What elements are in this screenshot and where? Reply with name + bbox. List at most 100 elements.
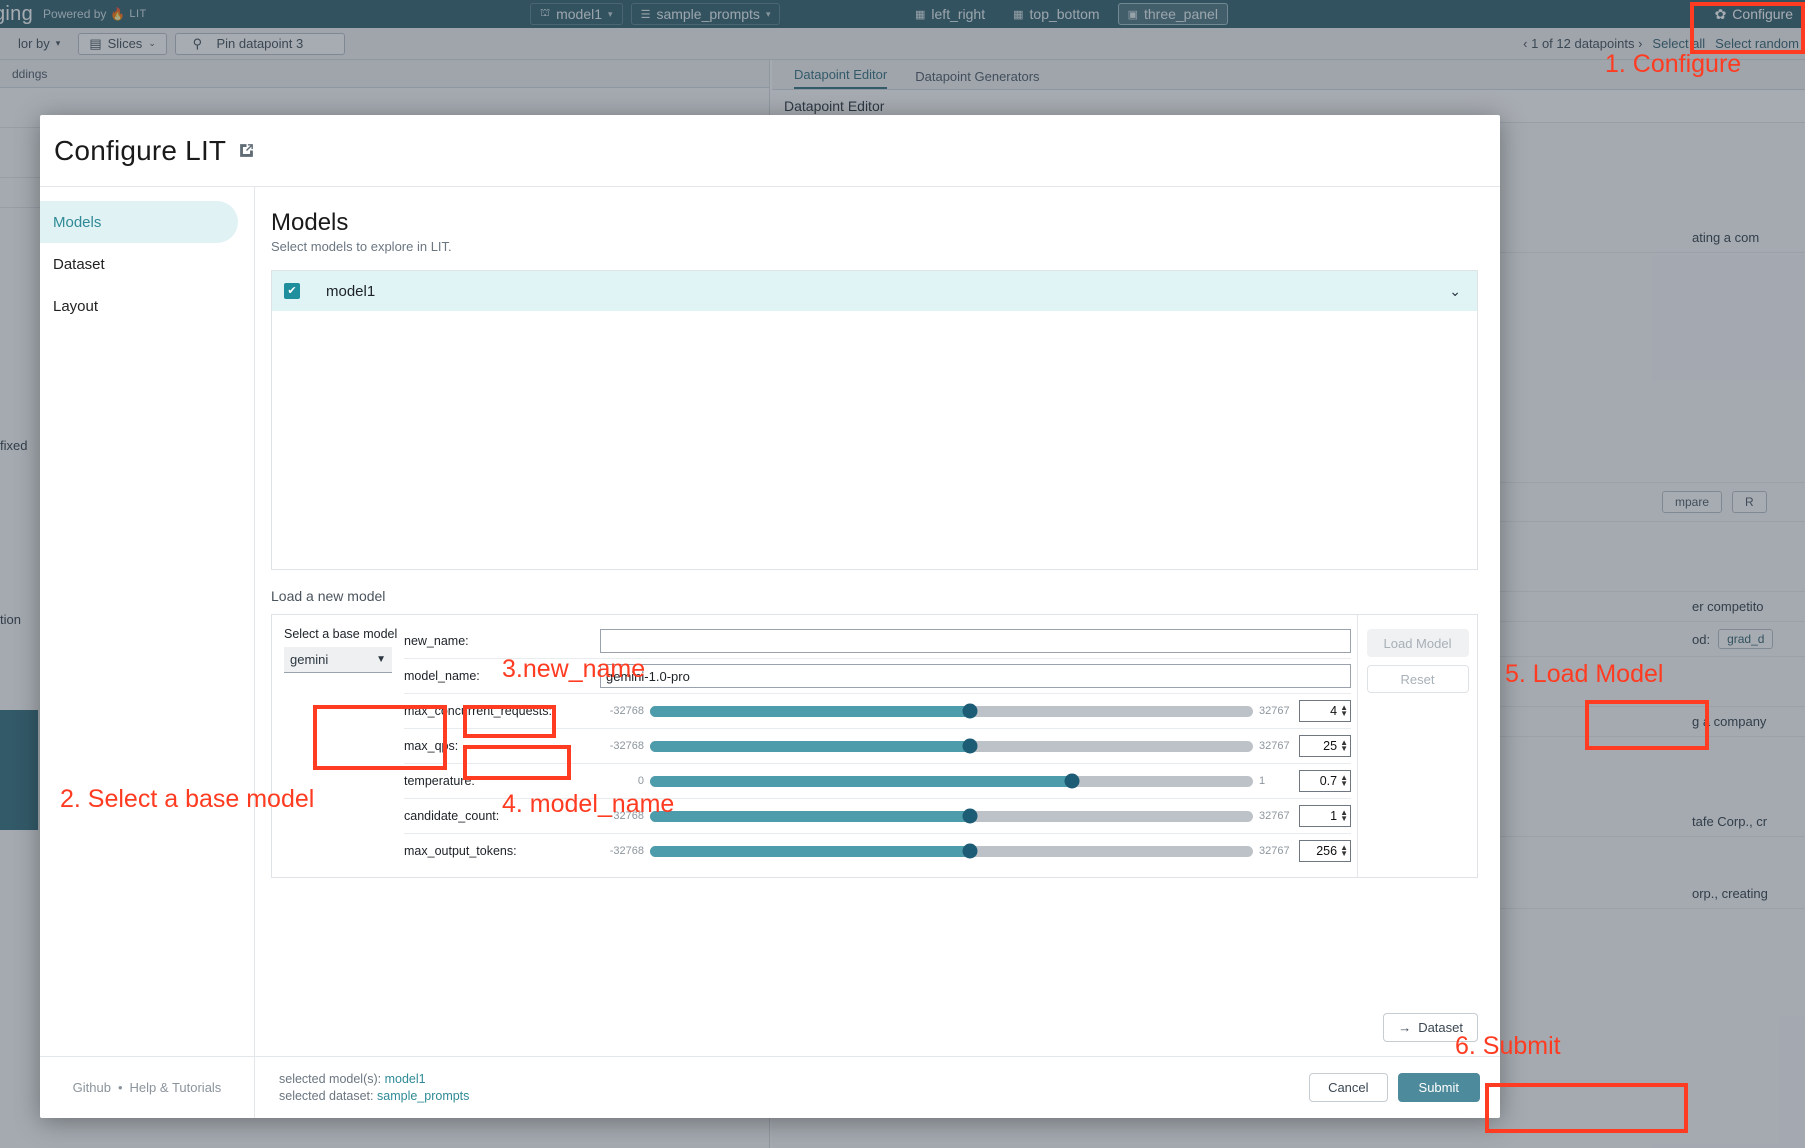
configure-lit-dialog: Configure LIT Models Dataset Layout — [40, 115, 1500, 1118]
field-row-new-name: new_name: — [402, 625, 1357, 657]
slider-fill — [650, 811, 970, 822]
slider-min-label: -32768 — [600, 740, 644, 752]
selected-models-line: selected model(s): model1 — [279, 1071, 469, 1088]
field-label: new_name: — [404, 634, 600, 648]
slider-max-label: 32767 — [1259, 810, 1299, 822]
slider-group: 0 1 — [600, 775, 1299, 787]
annotation-3: 3.new_name — [502, 655, 645, 684]
base-model-select[interactable]: gemini ▼ — [284, 647, 392, 673]
field-separator — [404, 693, 1351, 694]
slider-fill — [650, 741, 970, 752]
slider-group: -32768 32767 — [600, 810, 1299, 822]
slider-knob[interactable] — [962, 739, 977, 754]
slider-min-label: -32768 — [600, 845, 644, 857]
model-name-label: model1 — [326, 283, 375, 300]
slider-track[interactable] — [650, 776, 1253, 787]
dialog-footer: Github • Help & Tutorials selected model… — [40, 1056, 1500, 1118]
slider-track[interactable] — [650, 741, 1253, 752]
checkbox-checked-icon[interactable]: ✔ — [284, 283, 300, 299]
model-list-item[interactable]: ✔ model1 ⌄ — [272, 271, 1477, 311]
new-name-input[interactable] — [600, 629, 1351, 653]
section-heading: Models — [271, 209, 1478, 237]
github-link[interactable]: Github — [73, 1080, 111, 1095]
stepper-arrows-icon[interactable]: ▲▼ — [1340, 705, 1348, 717]
slider-track[interactable] — [650, 846, 1253, 857]
dialog-sidebar: Models Dataset Layout — [40, 187, 255, 1056]
slider-min-label: -32768 — [600, 705, 644, 717]
slider-group: -32768 32767 — [600, 705, 1299, 717]
models-list: ✔ model1 ⌄ — [271, 270, 1478, 570]
sidebar-item-dataset[interactable]: Dataset — [40, 243, 238, 285]
stepper-arrows-icon[interactable]: ▲▼ — [1340, 845, 1348, 857]
stepper-value: 4 — [1330, 704, 1337, 718]
sidebar-item-label: Dataset — [53, 256, 105, 273]
sidebar-item-layout[interactable]: Layout — [40, 285, 238, 327]
annotation-2: 2. Select a base model — [60, 785, 314, 814]
field-row-max-output-tokens: max_output_tokens: -32768 32767 256 — [402, 835, 1357, 867]
stepper-arrows-icon[interactable]: ▲▼ — [1340, 775, 1348, 787]
field-separator — [404, 763, 1351, 764]
sidebar-item-models[interactable]: Models — [40, 201, 238, 243]
selected-models-value: model1 — [385, 1072, 426, 1086]
app-root: ging Powered by 🔥 LIT ⛫ model1 ▾ ☰ sampl… — [0, 0, 1805, 1148]
stepper-arrows-icon[interactable]: ▲▼ — [1340, 740, 1348, 752]
field-separator — [404, 833, 1351, 834]
load-model-column: Load Model Reset — [1357, 615, 1477, 877]
slider-max-label: 32767 — [1259, 845, 1299, 857]
slider-knob[interactable] — [962, 704, 977, 719]
slider-fill — [650, 706, 970, 717]
base-model-selected-value: gemini — [290, 652, 328, 667]
max-output-tokens-stepper[interactable]: 256 ▲▼ — [1299, 840, 1351, 862]
open-in-new-icon[interactable] — [238, 142, 255, 159]
chevron-down-icon[interactable]: ⌄ — [1449, 283, 1461, 300]
slider-fill — [650, 846, 970, 857]
cancel-button[interactable]: Cancel — [1309, 1073, 1387, 1102]
slider-group: -32768 32767 — [600, 845, 1299, 857]
sidebar-item-label: Models — [53, 214, 101, 231]
max-qps-stepper[interactable]: 25 ▲▼ — [1299, 735, 1351, 757]
slider-knob[interactable] — [1065, 774, 1080, 789]
field-label: max_concurrent_requests: — [404, 704, 600, 718]
dialog-title: Configure LIT — [54, 135, 226, 167]
stepper-arrows-icon[interactable]: ▲▼ — [1340, 810, 1348, 822]
help-tutorials-link[interactable]: Help & Tutorials — [130, 1080, 222, 1095]
stepper-value: 25 — [1323, 739, 1337, 753]
load-model-button[interactable]: Load Model — [1367, 629, 1469, 657]
field-separator — [404, 728, 1351, 729]
slider-group: -32768 32767 — [600, 740, 1299, 752]
dialog-next-row: → Dataset — [271, 1013, 1478, 1056]
slider-track[interactable] — [650, 811, 1253, 822]
load-new-model-form: Select a base model gemini ▼ new_name: — [271, 614, 1478, 878]
slider-fill — [650, 776, 1072, 787]
annotation-5: 5. Load Model — [1505, 660, 1663, 689]
stepper-value: 0.7 — [1320, 774, 1337, 788]
field-label: temperature: — [404, 774, 600, 788]
stepper-value: 1 — [1330, 809, 1337, 823]
footer-status: selected model(s): model1 selected datas… — [255, 1071, 469, 1105]
footer-links: Github • Help & Tutorials — [40, 1057, 255, 1118]
submit-button[interactable]: Submit — [1398, 1073, 1480, 1102]
reset-button[interactable]: Reset — [1367, 665, 1469, 693]
selected-dataset-line: selected dataset: sample_prompts — [279, 1088, 469, 1105]
base-model-column: Select a base model gemini ▼ — [272, 615, 402, 877]
slider-knob[interactable] — [962, 809, 977, 824]
sidebar-item-label: Layout — [53, 298, 98, 315]
selected-dataset-value: sample_prompts — [377, 1089, 469, 1103]
slider-knob[interactable] — [962, 844, 977, 859]
annotation-4: 4. model_name — [502, 790, 674, 819]
slider-max-label: 1 — [1259, 775, 1299, 787]
dialog-body: Models Dataset Layout Models Select mode… — [40, 187, 1500, 1056]
temperature-stepper[interactable]: 0.7 ▲▼ — [1299, 770, 1351, 792]
field-label: max_qps: — [404, 739, 600, 753]
slider-min-label: 0 — [600, 775, 644, 787]
selected-models-label: selected model(s): — [279, 1072, 381, 1086]
arrow-right-icon: → — [1398, 1020, 1411, 1035]
max-concurrent-requests-stepper[interactable]: 4 ▲▼ — [1299, 700, 1351, 722]
slider-track[interactable] — [650, 706, 1253, 717]
model-name-input[interactable]: gemini-1.0-pro — [600, 664, 1351, 688]
load-new-model-label: Load a new model — [271, 588, 1478, 604]
slider-max-label: 32767 — [1259, 705, 1299, 717]
dialog-main-content: Models Select models to explore in LIT. … — [255, 187, 1500, 1056]
candidate-count-stepper[interactable]: 1 ▲▼ — [1299, 805, 1351, 827]
dialog-header: Configure LIT — [40, 115, 1500, 187]
